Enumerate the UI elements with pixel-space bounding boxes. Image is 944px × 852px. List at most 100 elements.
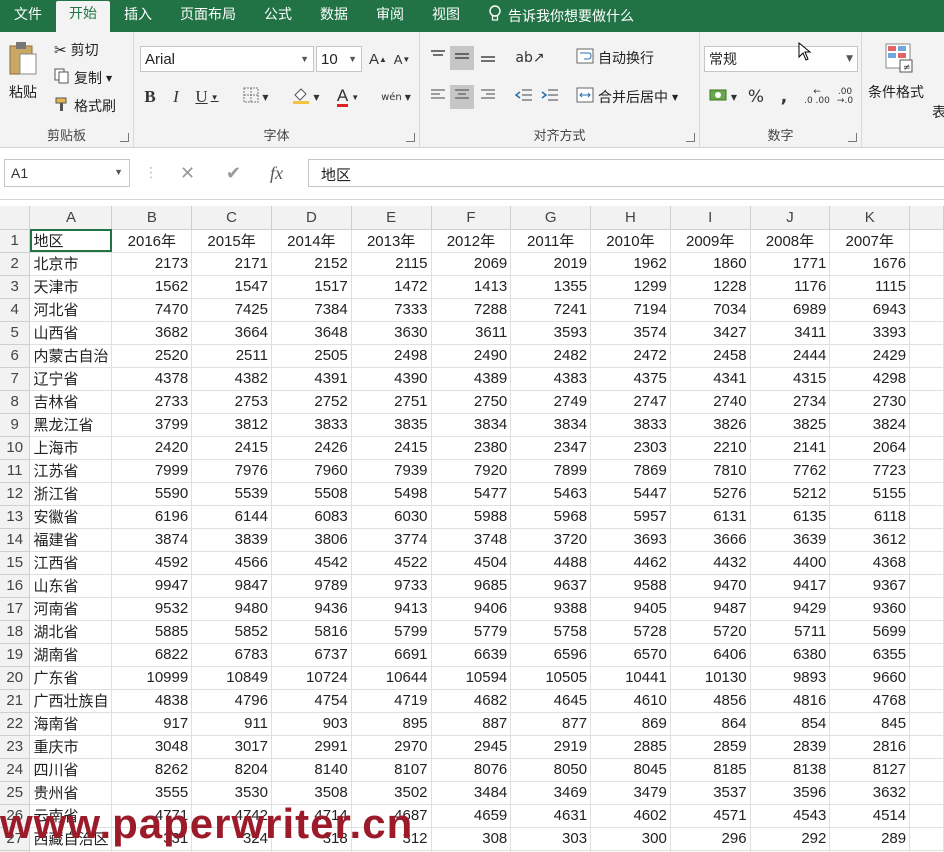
column-header-i[interactable]: I [670,206,751,230]
column-header-a[interactable]: A [29,206,113,230]
cell[interactable] [909,597,944,621]
cell[interactable] [909,413,944,437]
grow-font-button[interactable]: A ▲ [366,47,390,71]
cell[interactable]: 四川省 [29,758,113,782]
cell[interactable] [909,804,944,828]
italic-button[interactable]: I [164,85,188,109]
cell[interactable]: 10594 [431,666,512,690]
cell[interactable]: 5711 [750,620,831,644]
row-header[interactable]: 12 [0,482,31,506]
cell[interactable]: 2816 [829,735,911,759]
cell[interactable]: 4514 [829,804,911,828]
cell[interactable]: 10644 [351,666,432,690]
cell[interactable]: 9789 [271,574,352,598]
row-header[interactable]: 7 [0,367,31,391]
cell[interactable]: 8050 [510,758,592,782]
cell[interactable]: 4341 [670,367,751,391]
cell[interactable]: 8127 [829,758,911,782]
decrease-decimal-button[interactable]: .00 →.0 [832,85,858,109]
cell[interactable]: 9429 [750,597,831,621]
cell[interactable]: 8138 [750,758,831,782]
column-header-d[interactable]: D [271,206,352,230]
cell[interactable]: 9532 [111,597,193,621]
cell[interactable]: 9847 [191,574,272,598]
cell[interactable]: 3596 [750,781,831,805]
cell[interactable]: 9637 [510,574,592,598]
row-header[interactable]: 13 [0,505,31,529]
cell[interactable]: 1517 [271,275,352,299]
cell[interactable]: 289 [829,827,911,851]
cell[interactable] [909,758,944,782]
cell[interactable]: 5779 [431,620,512,644]
cell[interactable]: 4768 [829,689,911,713]
cell[interactable] [909,666,944,690]
cell[interactable]: 3632 [829,781,911,805]
bold-button[interactable]: B [138,85,162,109]
font-launcher-icon[interactable] [406,133,415,142]
cell[interactable]: 2859 [670,735,751,759]
cell[interactable]: 4796 [191,689,272,713]
cell[interactable] [909,505,944,529]
paste-button[interactable]: 粘贴 [8,40,38,102]
cell[interactable]: 7899 [510,459,592,483]
cell[interactable]: 7960 [271,459,352,483]
cell[interactable]: 3393 [829,321,911,345]
cell[interactable]: 福建省 [29,528,113,552]
name-box[interactable]: A1 ▼ [4,159,130,187]
cell[interactable]: 2210 [670,436,751,460]
cell[interactable]: 3630 [351,321,432,345]
middle-align-button[interactable] [450,46,474,70]
cell[interactable]: 911 [191,712,272,736]
cell[interactable]: 845 [829,712,911,736]
cell[interactable]: 江苏省 [29,459,113,483]
cancel-icon[interactable]: ✕ [180,159,195,187]
cell[interactable]: 4378 [111,367,193,391]
cell[interactable]: 4389 [431,367,512,391]
column-header-g[interactable]: G [510,206,592,230]
column-header-k[interactable]: K [829,206,911,230]
cell[interactable]: 北京市 [29,252,113,276]
cell[interactable]: 2458 [670,344,751,368]
cell[interactable]: 2505 [271,344,352,368]
cell[interactable]: 广东省 [29,666,113,690]
cell[interactable]: 5498 [351,482,432,506]
cell[interactable]: 3693 [590,528,671,552]
cell[interactable]: 6355 [829,643,911,667]
cell[interactable]: 4315 [750,367,831,391]
cell[interactable]: 4838 [111,689,193,713]
cell[interactable]: 2115 [351,252,432,276]
column-header-b[interactable]: B [111,206,193,230]
orientation-button[interactable]: ab↗ [512,46,548,70]
cell[interactable] [909,643,944,667]
cell[interactable]: 3484 [431,781,512,805]
formula-input[interactable]: 地区 [308,159,944,187]
cell[interactable]: 7384 [271,298,352,322]
cell[interactable]: 2970 [351,735,432,759]
align-center-button[interactable] [450,85,474,109]
cell[interactable]: 3048 [111,735,193,759]
cell[interactable]: 上海市 [29,436,113,460]
cell[interactable]: 9417 [750,574,831,598]
cell[interactable]: 2482 [510,344,592,368]
cell[interactable]: 6596 [510,643,592,667]
cell[interactable]: 3469 [510,781,592,805]
cell[interactable]: 4382 [191,367,272,391]
cell[interactable]: 2019 [510,252,592,276]
format-painter-button[interactable]: 格式刷 [54,96,116,116]
cell[interactable]: 云南省 [29,804,113,828]
cell[interactable]: 7288 [431,298,512,322]
cell[interactable] [909,735,944,759]
tab-home[interactable]: 开始 [56,1,110,33]
cell[interactable] [909,275,944,299]
cell[interactable]: 9470 [670,574,751,598]
cell[interactable]: 3537 [670,781,751,805]
cell[interactable]: 3748 [431,528,512,552]
cell[interactable]: 2415 [351,436,432,460]
cell[interactable]: 9360 [829,597,911,621]
enter-icon[interactable]: ✔ [226,159,241,187]
cell[interactable]: 4571 [670,804,751,828]
cell[interactable]: 8076 [431,758,512,782]
cell[interactable]: 天津市 [29,275,113,299]
cell[interactable]: 6083 [271,505,352,529]
cell[interactable]: 6822 [111,643,193,667]
